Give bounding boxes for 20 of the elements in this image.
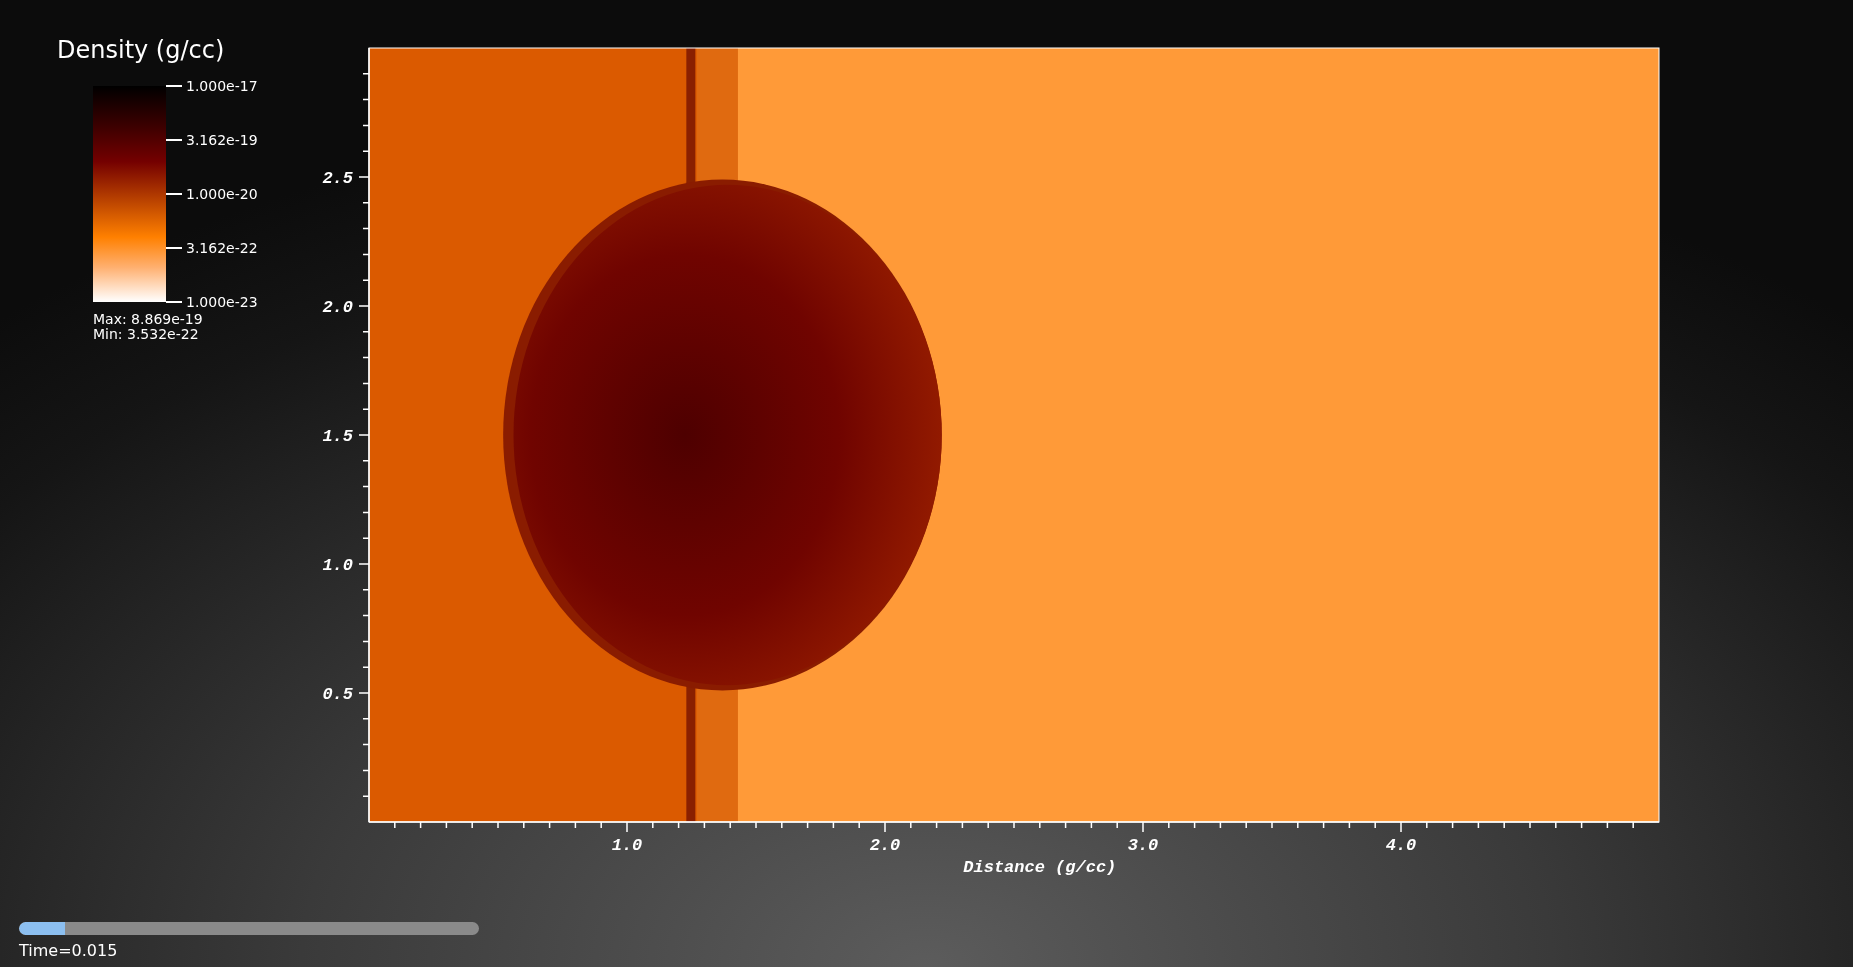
scale-label: 1.000e-17 (186, 78, 258, 94)
scale-label: 1.000e-20 (186, 186, 258, 202)
scale-label: 3.162e-22 (186, 240, 258, 256)
y-tick-label: 1.0 (322, 556, 353, 575)
x-tick-label: 1.0 (611, 836, 643, 855)
x-tick-label: 3.0 (1127, 836, 1159, 855)
y-tick-label: 2.5 (322, 169, 353, 188)
y-tick-label: 0.5 (322, 685, 353, 704)
legend-title: Density (g/cc) (57, 36, 226, 64)
scale-label: 3.162e-19 (186, 132, 258, 148)
scale-label: 1.000e-23 (186, 294, 258, 310)
max-value: Max: 8.869e-19 (93, 312, 204, 327)
y-tick-label: 2.0 (322, 298, 353, 317)
x-tick-label: 4.0 (1385, 836, 1417, 855)
y-tick-label: 1.5 (322, 427, 353, 446)
x-tick-label: 2.0 (869, 836, 901, 855)
x-axis-title: Distance (g/cc) (963, 858, 1117, 877)
time-label: Time=0.015 (19, 941, 119, 960)
time-slider[interactable] (19, 922, 479, 935)
min-value: Min: 3.532e-22 (93, 327, 200, 342)
